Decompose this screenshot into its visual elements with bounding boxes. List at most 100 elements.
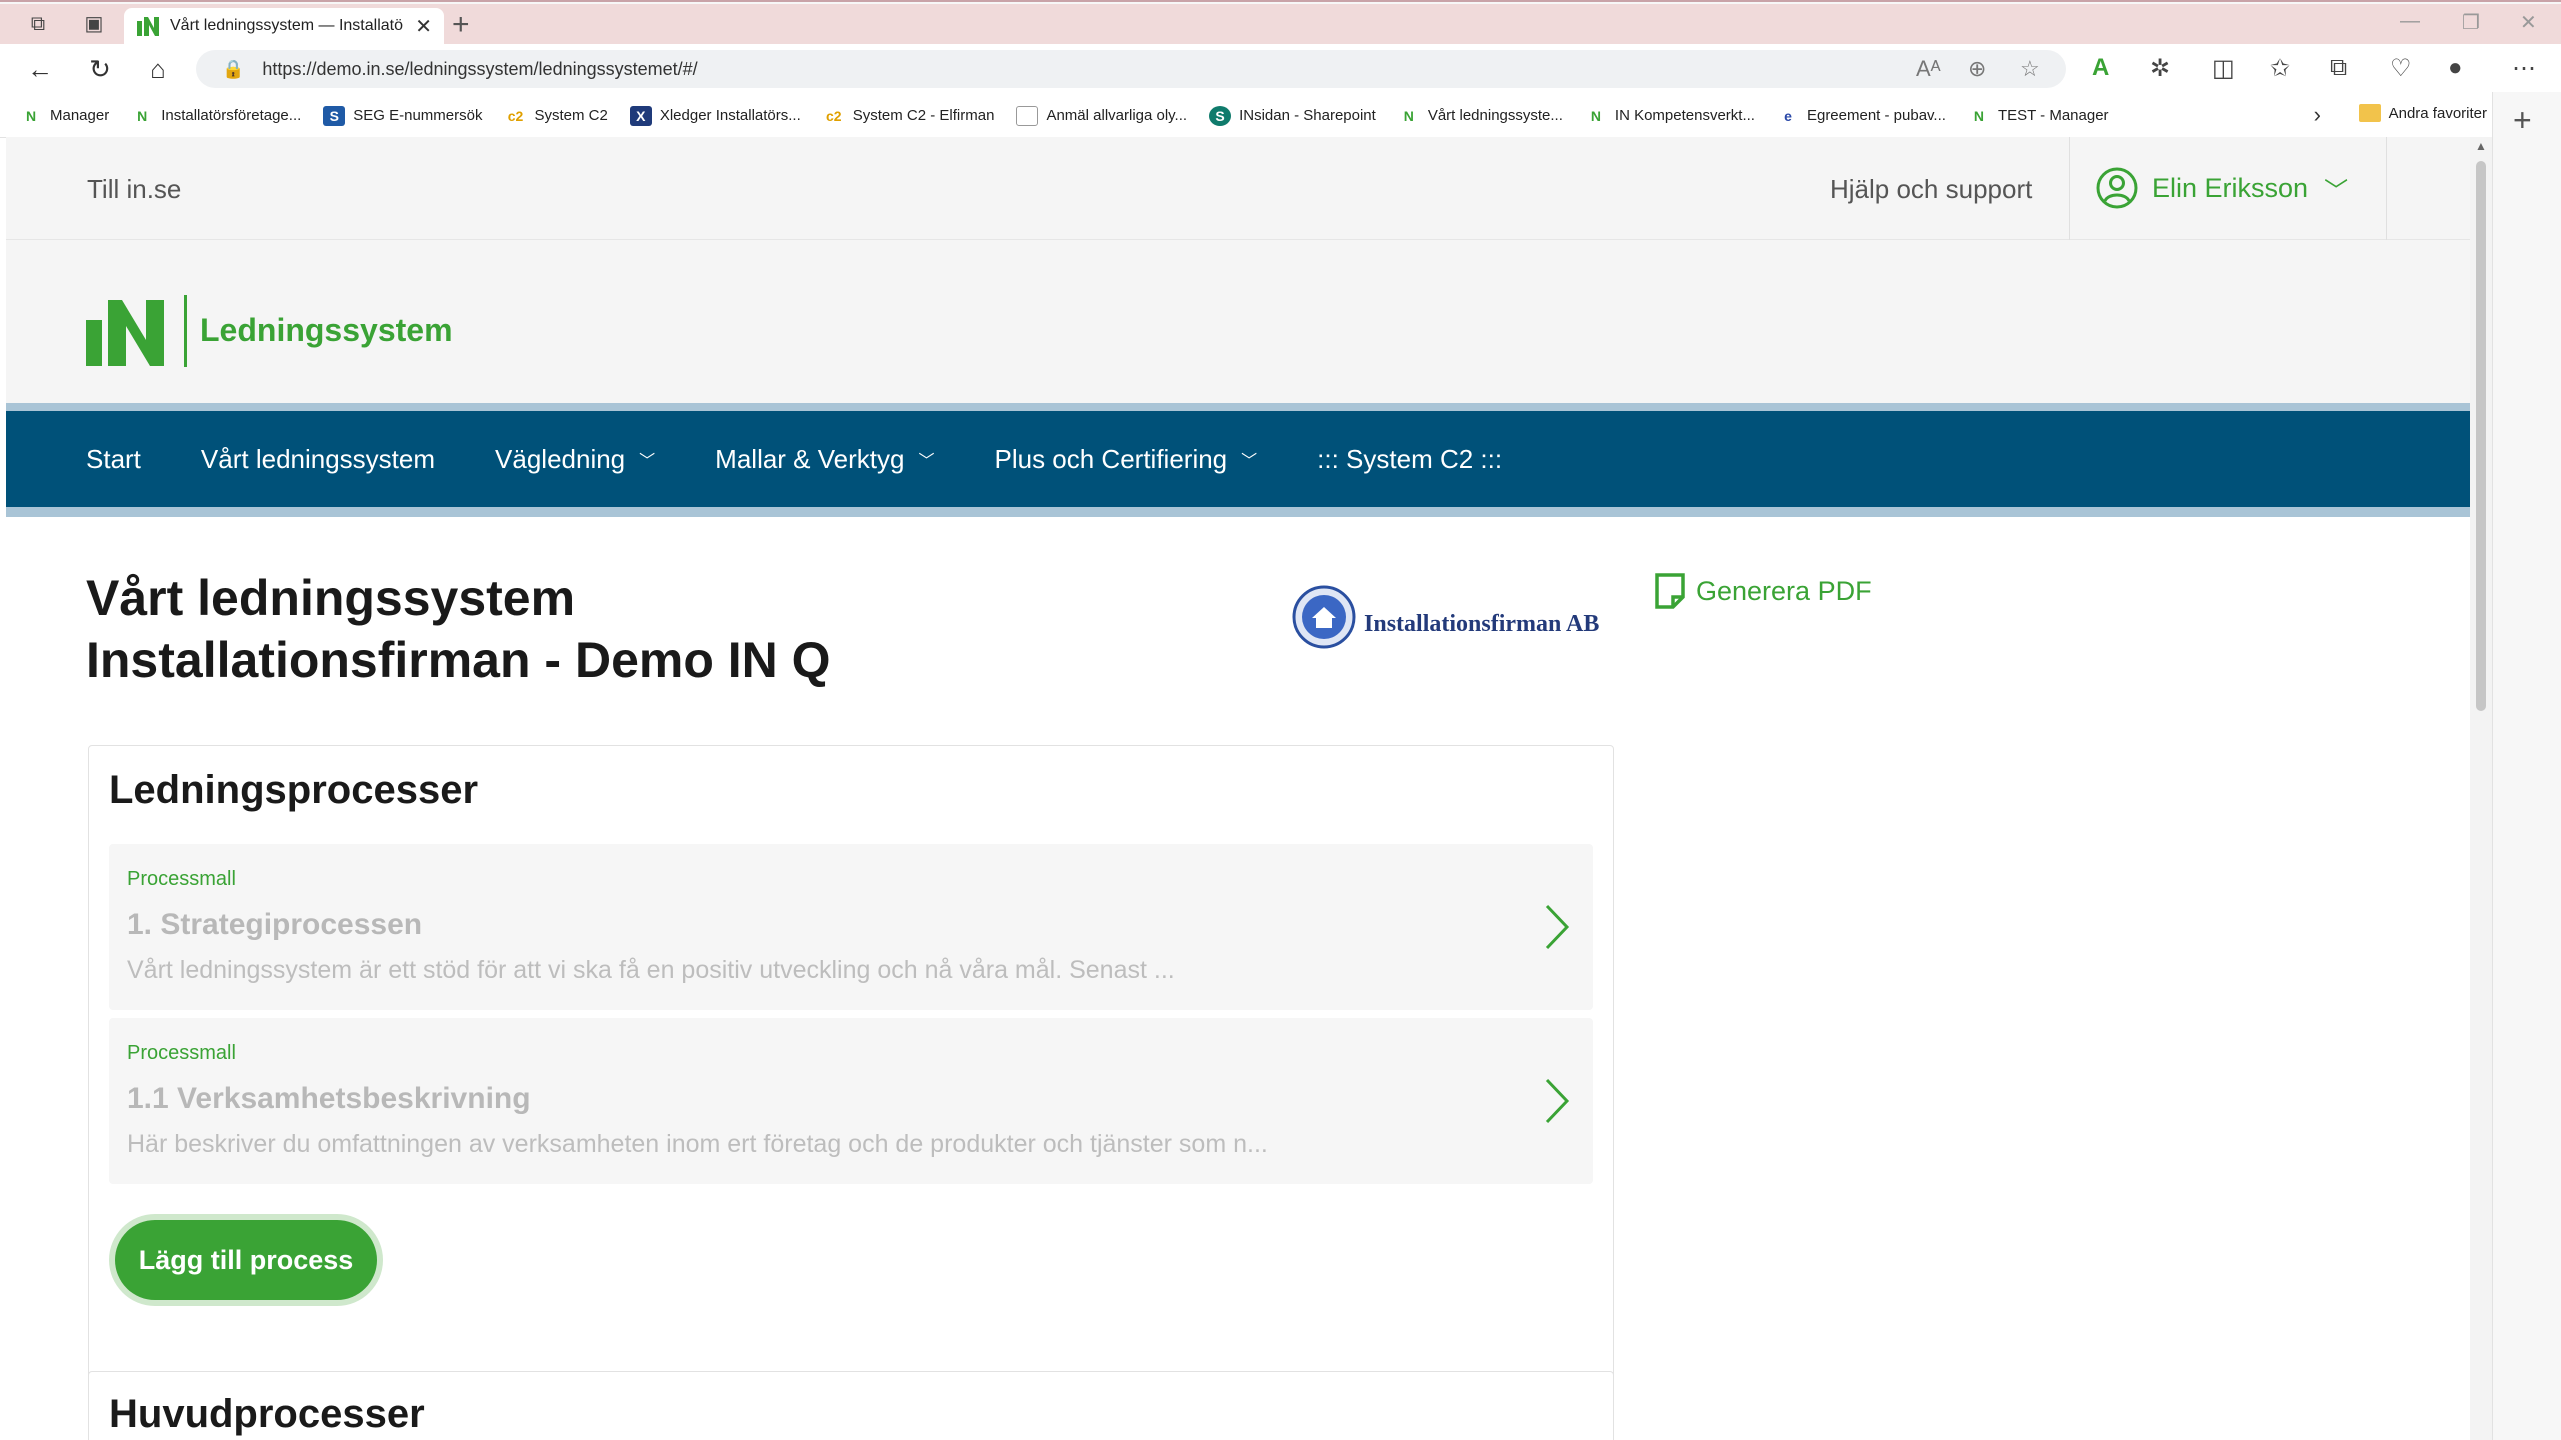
help-support-link[interactable]: Hjälp och support: [1830, 174, 2032, 205]
favorite-item[interactable]: c2 System C2 - Elfirman: [823, 106, 995, 126]
accent-line: [6, 403, 2470, 411]
chevron-down-icon: ﹀: [639, 453, 656, 470]
logo-divider: [184, 295, 187, 367]
address-bar[interactable]: 🔒 https://demo.in.se/ledningssystem/ledn…: [196, 50, 2066, 88]
nav-item-plus-certifiering[interactable]: Plus och Certifiering ﹀: [994, 444, 1257, 475]
favorite-item[interactable]: N Manager: [20, 106, 109, 126]
nav-item-start[interactable]: Start: [86, 444, 141, 475]
split-screen-icon[interactable]: ◫: [2212, 54, 2235, 83]
favorite-item[interactable]: Anmäl allvarliga oly...: [1016, 105, 1187, 126]
add-process-button[interactable]: Lägg till process: [115, 1220, 377, 1300]
brand-header: Ledningssystem: [6, 240, 2470, 411]
brand-name[interactable]: Ledningssystem: [200, 312, 453, 349]
document-icon: [1016, 105, 1039, 126]
other-favorites[interactable]: Andra favoriter: [2358, 104, 2487, 122]
in-icon: N: [1973, 107, 1984, 124]
browser-tab[interactable]: Vårt ledningssystem — Installatö ✕: [124, 8, 444, 44]
page-scrollbar[interactable]: ▲: [2470, 137, 2492, 1440]
section-ledningsprocesser: Ledningsprocesser Processmall 1. Strateg…: [88, 745, 1614, 1440]
minimize-icon[interactable]: —: [2400, 10, 2420, 33]
nav-item-system-c2[interactable]: ::: System C2 :::: [1317, 444, 1502, 475]
nav-item-mallar-verktyg[interactable]: Mallar & Verktyg ﹀: [715, 444, 934, 475]
process-item[interactable]: Processmall 1. Strategiprocessen Vårt le…: [109, 844, 1593, 1010]
process-kind: Processmall: [127, 868, 236, 890]
favorite-item[interactable]: X Xledger Installatörs...: [629, 105, 801, 126]
generate-pdf-link[interactable]: Generera PDF: [1654, 573, 1872, 609]
workspaces-icon[interactable]: ⧉: [22, 10, 54, 38]
lock-icon: 🔒: [222, 58, 245, 79]
address-bar-row: ← ↻ ⌂ 🔒 https://demo.in.se/ledningssyste…: [0, 44, 2561, 94]
company-logo: Installationsfirman AB: [1292, 585, 1599, 649]
in-icon: N: [25, 107, 37, 124]
add-sidebar-icon[interactable]: +: [2513, 102, 2532, 139]
nav-item-vagledning[interactable]: Vägledning ﹀: [495, 444, 655, 475]
nav-item-vart-ledningssystem[interactable]: Vårt ledningssystem: [201, 444, 435, 475]
process-description: Här beskriver du omfattningen av verksam…: [127, 1130, 1268, 1158]
in-icon: N: [1403, 107, 1414, 124]
process-name: 1. Strategiprocessen: [127, 908, 423, 941]
favorite-item[interactable]: N IN Kompetensverkt...: [1585, 106, 1755, 126]
section-huvudprocesser: Huvudprocesser: [88, 1371, 1614, 1440]
profile-avatar[interactable]: ●: [2448, 54, 2463, 82]
scroll-up-icon[interactable]: ▲: [2475, 139, 2487, 153]
more-favorites-chevron-icon[interactable]: ›: [2314, 102, 2321, 128]
user-menu[interactable]: Elin Eriksson ﹀: [2096, 167, 2348, 209]
scrollbar-thumb[interactable]: [2476, 161, 2486, 711]
in-favicon-icon: [137, 17, 159, 36]
home-icon[interactable]: ⌂: [140, 54, 176, 84]
back-icon[interactable]: ←: [22, 54, 58, 84]
close-tab-icon[interactable]: ✕: [415, 14, 432, 39]
favorite-item[interactable]: N Vårt ledningssyste...: [1398, 106, 1563, 126]
browser-chrome: ⧉ ▣ Vårt ledningssystem — Installatö ✕ +…: [0, 0, 2561, 138]
refresh-icon[interactable]: ↻: [82, 54, 118, 84]
collections-icon[interactable]: ⧉: [2330, 54, 2347, 82]
close-window-icon[interactable]: ✕: [2520, 10, 2537, 35]
favorite-item[interactable]: e Egreement - pubav...: [1777, 106, 1946, 126]
c2-icon: c2: [825, 107, 842, 124]
new-tab-icon[interactable]: +: [452, 8, 470, 42]
tab-bar: ⧉ ▣ Vårt ledningssystem — Installatö ✕ +…: [0, 4, 2561, 44]
favorite-star-icon[interactable]: ☆: [2020, 56, 2040, 82]
chevron-right-icon[interactable]: [1543, 902, 1571, 952]
more-menu-icon[interactable]: ⋯: [2512, 54, 2536, 83]
tab-title: Vårt ledningssystem — Installatö: [170, 17, 403, 34]
tab-actions-icon[interactable]: ▣: [78, 10, 110, 38]
favorite-item[interactable]: c2 System C2: [504, 106, 608, 126]
favorite-item[interactable]: N Installatörsföretage...: [131, 106, 301, 126]
favorite-item[interactable]: S SEG E-nummersök: [323, 105, 482, 126]
chevron-down-icon: ﹀: [918, 453, 935, 470]
seg-icon: S: [323, 105, 346, 126]
process-description: Vårt ledningssystem är ett stöd för att …: [127, 956, 1175, 984]
nav-accent-line: [6, 507, 2470, 517]
divider: [2386, 137, 2387, 240]
section-title: Huvudprocesser: [109, 1392, 425, 1436]
sharepoint-icon: S: [1209, 105, 1232, 126]
egreement-icon: e: [1784, 107, 1792, 124]
favorites-bar: N Manager N Installatörsföretage... S SEG E…: [0, 94, 2561, 138]
favorite-item[interactable]: N TEST - Manager: [1968, 106, 2109, 126]
document-icon: [1655, 573, 1685, 609]
section-title: Ledningsprocesser: [109, 768, 479, 812]
back-to-site-link[interactable]: Till in.se: [87, 174, 181, 205]
process-item[interactable]: Processmall 1.1 Verksamhetsbeskrivning H…: [109, 1018, 1593, 1184]
in-icon: N: [137, 107, 148, 124]
folder-icon: [2358, 104, 2381, 122]
url-text: https://demo.in.se/ledningssystem/lednin…: [262, 58, 698, 79]
extensions-icon[interactable]: ✲: [2150, 54, 2170, 83]
favorites-icon[interactable]: ✩: [2270, 54, 2290, 83]
favorite-item[interactable]: S INsidan - Sharepoint: [1209, 105, 1376, 126]
restore-icon[interactable]: ❐: [2462, 10, 2480, 35]
chevron-down-icon: ﹀: [1241, 453, 1258, 470]
main-navigation: Start Vårt ledningssystem Vägledning ﹀ Ma…: [6, 411, 2470, 507]
page-title: Vårt ledningssystem Installationsfirman …: [86, 570, 831, 688]
chevron-right-icon[interactable]: [1543, 1076, 1571, 1126]
in-logo-icon[interactable]: [86, 300, 166, 366]
in-icon: N: [1590, 107, 1601, 124]
user-icon: [2096, 167, 2138, 209]
read-aloud-icon[interactable]: Aᴬ: [1916, 56, 1941, 82]
browser-side-panel: +: [2492, 92, 2561, 1440]
zoom-icon[interactable]: ⊕: [1968, 56, 1986, 82]
divider: [2069, 137, 2070, 240]
extension-a-icon[interactable]: A: [2092, 54, 2109, 82]
performance-icon[interactable]: ♡: [2390, 54, 2412, 83]
